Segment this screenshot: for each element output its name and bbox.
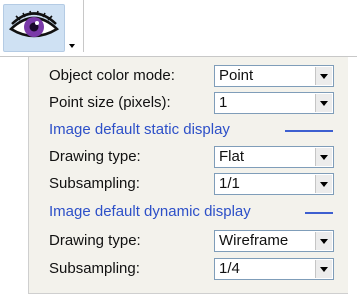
chevron-down-icon[interactable]: [315, 260, 332, 278]
static-subsampling-select[interactable]: 1/1: [214, 173, 334, 195]
dynamic-display-header: Image default dynamic display: [49, 203, 251, 220]
toolbar: [0, 0, 357, 57]
static-subsampling-label: Subsampling:: [49, 175, 140, 192]
dynamic-subsampling-select[interactable]: 1/4: [214, 258, 334, 280]
chevron-down-icon[interactable]: [315, 175, 332, 193]
static-subsampling-value: 1/1: [219, 175, 240, 192]
static-display-header: Image default static display: [49, 121, 230, 138]
dynamic-subsampling-label: Subsampling:: [49, 260, 140, 277]
object-color-mode-select[interactable]: Point: [214, 65, 334, 87]
display-mode-button[interactable]: [3, 4, 65, 52]
eye-icon: [8, 10, 60, 38]
toolbar-separator: [83, 0, 84, 52]
dynamic-display-divider: [305, 212, 333, 214]
point-size-label: Point size (pixels):: [49, 94, 171, 111]
static-drawing-type-label: Drawing type:: [49, 148, 141, 165]
point-size-select[interactable]: 1: [214, 92, 334, 114]
dynamic-drawing-type-select[interactable]: Wireframe: [214, 230, 334, 252]
chevron-down-icon[interactable]: [315, 232, 332, 250]
chevron-down-icon[interactable]: [315, 148, 332, 166]
point-size-value: 1: [219, 94, 228, 111]
dynamic-drawing-type-label: Drawing type:: [49, 232, 141, 249]
static-drawing-type-select[interactable]: Flat: [214, 146, 334, 168]
object-color-mode-label: Object color mode:: [49, 67, 175, 84]
display-options-panel: Object color mode: Point Point size (pix…: [28, 57, 348, 294]
chevron-down-icon[interactable]: [69, 44, 75, 48]
chevron-down-icon[interactable]: [315, 67, 332, 85]
static-drawing-type-value: Flat: [219, 148, 245, 165]
object-color-mode-value: Point: [219, 67, 254, 84]
dynamic-subsampling-value: 1/4: [219, 260, 240, 277]
chevron-down-icon[interactable]: [315, 94, 332, 112]
static-display-divider: [285, 130, 333, 132]
dynamic-drawing-type-value: Wireframe: [219, 232, 289, 249]
